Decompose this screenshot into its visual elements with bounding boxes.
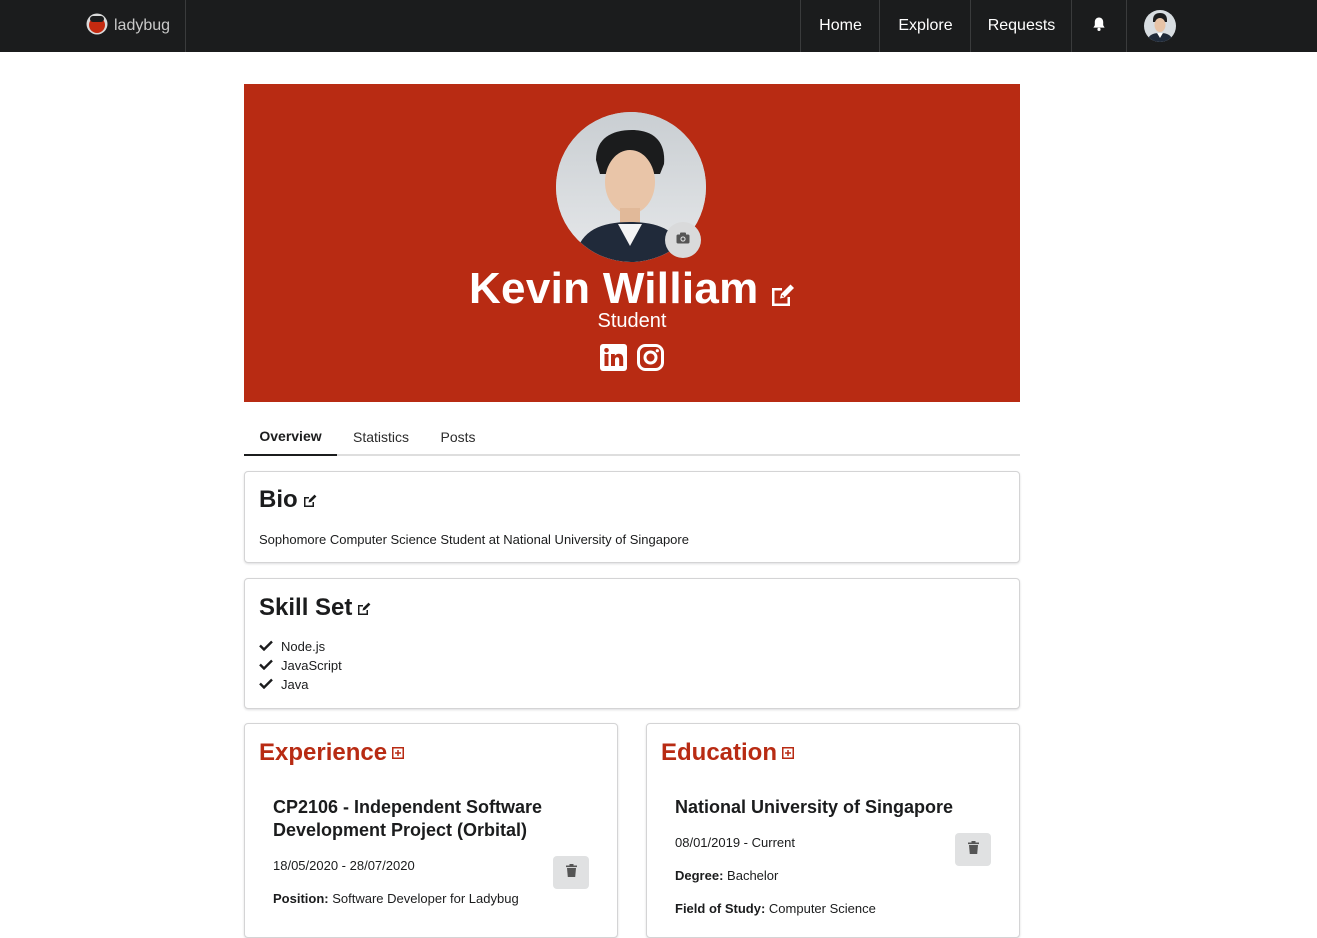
- social-links: [244, 344, 1020, 371]
- nav-home-label: Home: [819, 17, 862, 34]
- edit-bio-icon[interactable]: [303, 494, 317, 507]
- camera-icon: [676, 231, 690, 249]
- education-field: Field of Study: Computer Science: [675, 901, 876, 916]
- add-experience-icon[interactable]: [392, 747, 405, 759]
- change-photo-button[interactable]: [665, 222, 701, 258]
- bio-text: Sophomore Computer Science Student at Na…: [259, 532, 689, 547]
- skills-title: Skill Set: [259, 594, 353, 621]
- brand-name: ladybug: [114, 17, 171, 34]
- education-heading: Education: [661, 739, 795, 767]
- education-dates: 08/01/2019 - Current: [675, 835, 795, 850]
- instagram-icon[interactable]: [637, 344, 664, 371]
- position-value: Software Developer for Ladybug: [332, 891, 519, 906]
- experience-card: Experience CP2106 - Independent Software…: [244, 723, 618, 938]
- experience-heading: Experience: [259, 739, 405, 767]
- bio-heading: Bio: [259, 486, 317, 514]
- nav-requests[interactable]: Requests: [970, 0, 1072, 52]
- check-icon: [259, 639, 273, 654]
- nav-explore-label: Explore: [898, 17, 953, 34]
- profile-menu[interactable]: [1127, 0, 1193, 52]
- skill-label: Java: [281, 677, 309, 692]
- bio-card: Bio Sophomore Computer Science Student a…: [244, 471, 1020, 563]
- skills-heading: Skill Set: [259, 594, 371, 622]
- experience-title: Experience: [259, 739, 388, 766]
- degree-label: Degree:: [675, 868, 724, 883]
- delete-education-button[interactable]: [955, 833, 991, 866]
- bell-icon: [1091, 16, 1107, 37]
- tab-posts[interactable]: Posts: [425, 418, 491, 456]
- tab-overview-label: Overview: [259, 428, 322, 444]
- check-icon: [259, 677, 273, 692]
- nav-home[interactable]: Home: [800, 0, 880, 52]
- notifications-button[interactable]: [1071, 0, 1127, 52]
- experience-dates: 18/05/2020 - 28/07/2020: [273, 858, 415, 873]
- skill-item: Java: [259, 677, 308, 692]
- education-card: Education National University of Singapo…: [646, 723, 1020, 938]
- tab-statistics-label: Statistics: [352, 429, 409, 445]
- experience-position: Position: Software Developer for Ladybug: [273, 891, 519, 906]
- profile-name-row: Kevin William: [244, 264, 1020, 314]
- experience-title-line: CP2106 - Independent Software: [273, 797, 543, 817]
- add-education-icon[interactable]: [782, 747, 795, 759]
- skill-label: Node.js: [281, 639, 326, 654]
- field-label: Field of Study:: [675, 901, 766, 916]
- tab-overview[interactable]: Overview: [244, 418, 337, 456]
- bio-title: Bio: [259, 486, 298, 513]
- experience-title-line: Development Project (Orbital): [273, 820, 528, 840]
- top-navbar: ladybug Home Explore Requests: [0, 0, 1317, 52]
- delete-experience-button[interactable]: [553, 856, 589, 889]
- brand-logo[interactable]: ladybug: [86, 13, 170, 39]
- education-degree: Degree: Bachelor: [675, 868, 778, 883]
- trash-icon: [967, 840, 979, 859]
- trash-icon: [565, 863, 577, 882]
- education-school: National University of Singapore: [675, 797, 954, 817]
- field-value: Computer Science: [768, 901, 876, 916]
- position-label: Position:: [273, 891, 329, 906]
- tab-statistics[interactable]: Statistics: [337, 418, 425, 456]
- tab-posts-label: Posts: [440, 429, 476, 445]
- skill-item: Node.js: [259, 639, 325, 654]
- degree-value: Bachelor: [727, 868, 779, 883]
- ladybug-logo-icon: [86, 13, 108, 40]
- skill-label: JavaScript: [281, 658, 342, 673]
- profile-role: Student: [597, 310, 667, 332]
- experience-entry-title: CP2106 - Independent Software Developmen…: [273, 796, 542, 842]
- profile-name: Kevin William: [468, 264, 759, 313]
- profile-tabs: Overview Statistics Posts: [244, 418, 1020, 456]
- nav-requests-label: Requests: [987, 17, 1056, 34]
- avatar: [1144, 10, 1176, 42]
- divider: [185, 0, 186, 52]
- check-icon: [259, 658, 273, 673]
- linkedin-icon[interactable]: [600, 344, 627, 371]
- skill-item: JavaScript: [259, 658, 342, 673]
- education-title: Education: [661, 739, 778, 766]
- nav-explore[interactable]: Explore: [879, 0, 971, 52]
- edit-skills-icon[interactable]: [357, 602, 371, 615]
- profile-banner: Kevin William Student: [244, 84, 1020, 402]
- edit-name-icon[interactable]: [769, 283, 795, 312]
- skills-card: Skill Set Node.js JavaScript Java: [244, 578, 1020, 709]
